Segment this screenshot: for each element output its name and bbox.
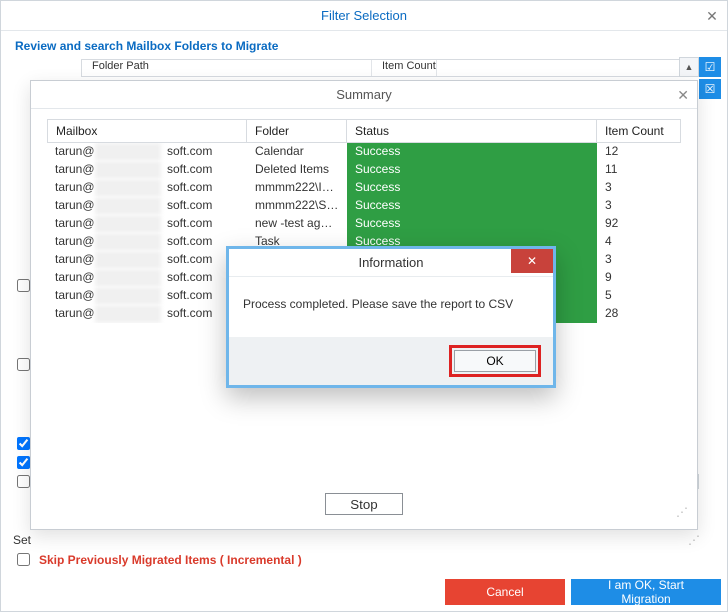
cell-count: 5	[597, 287, 681, 305]
status-badge: Success	[347, 215, 597, 233]
cell-mailbox: tarun@soft.com	[47, 287, 247, 305]
table-row: tarun@soft.comnew -test agai…Success92	[47, 215, 681, 233]
table-row: tarun@soft.commmmm222\SentSuccess3	[47, 197, 681, 215]
col-item-count: Item Count	[597, 119, 681, 143]
redacted-region	[95, 269, 161, 287]
col-mailbox: Mailbox	[47, 119, 247, 143]
cell-status: Success	[347, 197, 597, 215]
settings-label: Set	[13, 533, 31, 547]
cell-mailbox: tarun@soft.com	[47, 161, 247, 179]
info-titlebar: Information ✕	[229, 249, 553, 277]
ok-highlight: OK	[449, 345, 541, 377]
table-row: tarun@soft.commmmm222\InboxSuccess3	[47, 179, 681, 197]
cell-mailbox: tarun@soft.com	[47, 179, 247, 197]
cell-count: 12	[597, 143, 681, 161]
cell-count: 3	[597, 179, 681, 197]
skip-label: Skip Previously Migrated Items ( Increme…	[39, 553, 302, 567]
left-check-5[interactable]	[17, 475, 30, 488]
cell-count: 28	[597, 305, 681, 323]
info-close-button[interactable]: ✕	[511, 249, 553, 273]
redacted-region	[95, 305, 161, 323]
cell-mailbox: tarun@soft.com	[47, 143, 247, 161]
left-check-3[interactable]	[17, 437, 30, 450]
left-check-4[interactable]	[17, 456, 30, 469]
cell-count: 3	[597, 197, 681, 215]
status-badge: Success	[347, 197, 597, 215]
cell-mailbox: tarun@soft.com	[47, 215, 247, 233]
cell-folder: Deleted Items	[247, 161, 347, 179]
redacted-region	[95, 215, 161, 233]
left-checkboxes	[17, 279, 30, 494]
cell-count: 11	[597, 161, 681, 179]
col-folder: Folder	[247, 119, 347, 143]
section-heading: Review and search Mailbox Folders to Mig…	[1, 31, 727, 53]
stop-button[interactable]: Stop	[325, 493, 403, 515]
skip-checkbox[interactable]	[17, 553, 30, 566]
deselect-all-button[interactable]: ☒	[699, 79, 721, 99]
redacted-region	[95, 197, 161, 215]
col-status: Status	[347, 119, 597, 143]
info-footer: OK	[229, 337, 553, 385]
left-check-2[interactable]	[17, 358, 30, 371]
table-row: tarun@soft.comDeleted ItemsSuccess11	[47, 161, 681, 179]
summary-title: Summary	[336, 87, 392, 102]
cell-status: Success	[347, 161, 597, 179]
redacted-region	[95, 287, 161, 305]
cell-folder: Calendar	[247, 143, 347, 161]
ok-button[interactable]: OK	[454, 350, 536, 372]
check-icon: ☑	[705, 61, 716, 73]
cell-folder: new -test agai…	[247, 215, 347, 233]
redacted-region	[95, 179, 161, 197]
cell-status: Success	[347, 215, 597, 233]
cell-folder: mmmm222\Inbox	[247, 179, 347, 197]
cell-mailbox: tarun@soft.com	[47, 305, 247, 323]
resize-grip-icon[interactable]: ⋰	[688, 533, 699, 547]
window-titlebar: Filter Selection ✕	[1, 1, 727, 31]
skip-row: Skip Previously Migrated Items ( Increme…	[13, 550, 302, 569]
status-badge: Success	[347, 161, 597, 179]
cell-mailbox: tarun@soft.com	[47, 251, 247, 269]
select-all-button[interactable]: ☑	[699, 57, 721, 77]
footer-buttons: Cancel I am OK, Start Migration	[445, 579, 721, 605]
cell-mailbox: tarun@soft.com	[47, 269, 247, 287]
info-message: Process completed. Please save the repor…	[229, 277, 553, 337]
window-title: Filter Selection	[321, 8, 407, 23]
col-item-count: Item Count	[372, 60, 437, 76]
cell-count: 4	[597, 233, 681, 251]
cell-count: 92	[597, 215, 681, 233]
cell-status: Success	[347, 143, 597, 161]
window-close-icon[interactable]: ✕	[703, 7, 721, 25]
cell-mailbox: tarun@soft.com	[47, 233, 247, 251]
col-folder-path: Folder Path	[82, 60, 372, 76]
side-tool-buttons: ☑ ☒	[699, 57, 721, 101]
folder-grid-header: Folder Path Item Count	[81, 59, 699, 77]
cell-count: 9	[597, 269, 681, 287]
close-icon: ✕	[527, 254, 537, 268]
cell-count: 3	[597, 251, 681, 269]
information-dialog: Information ✕ Process completed. Please …	[226, 246, 556, 388]
redacted-region	[95, 251, 161, 269]
cancel-button[interactable]: Cancel	[445, 579, 565, 605]
cell-folder: mmmm222\Sent	[247, 197, 347, 215]
scroll-up-icon[interactable]: ▲	[679, 57, 699, 77]
cell-status: Success	[347, 179, 597, 197]
summary-titlebar: Summary ✕	[31, 81, 697, 109]
cell-mailbox: tarun@soft.com	[47, 197, 247, 215]
redacted-region	[95, 143, 161, 161]
info-title: Information	[358, 255, 423, 270]
table-row: tarun@soft.comCalendarSuccess12	[47, 143, 681, 161]
redacted-region	[95, 161, 161, 179]
summary-close-icon[interactable]: ✕	[677, 87, 689, 104]
summary-grid-header: Mailbox Folder Status Item Count	[47, 119, 681, 143]
status-badge: Success	[347, 179, 597, 197]
start-migration-button[interactable]: I am OK, Start Migration	[571, 579, 721, 605]
left-check-1[interactable]	[17, 279, 30, 292]
uncheck-icon: ☒	[705, 83, 716, 95]
status-badge: Success	[347, 143, 597, 161]
summary-resize-grip-icon[interactable]: ⋰	[676, 505, 687, 519]
redacted-region	[95, 233, 161, 251]
